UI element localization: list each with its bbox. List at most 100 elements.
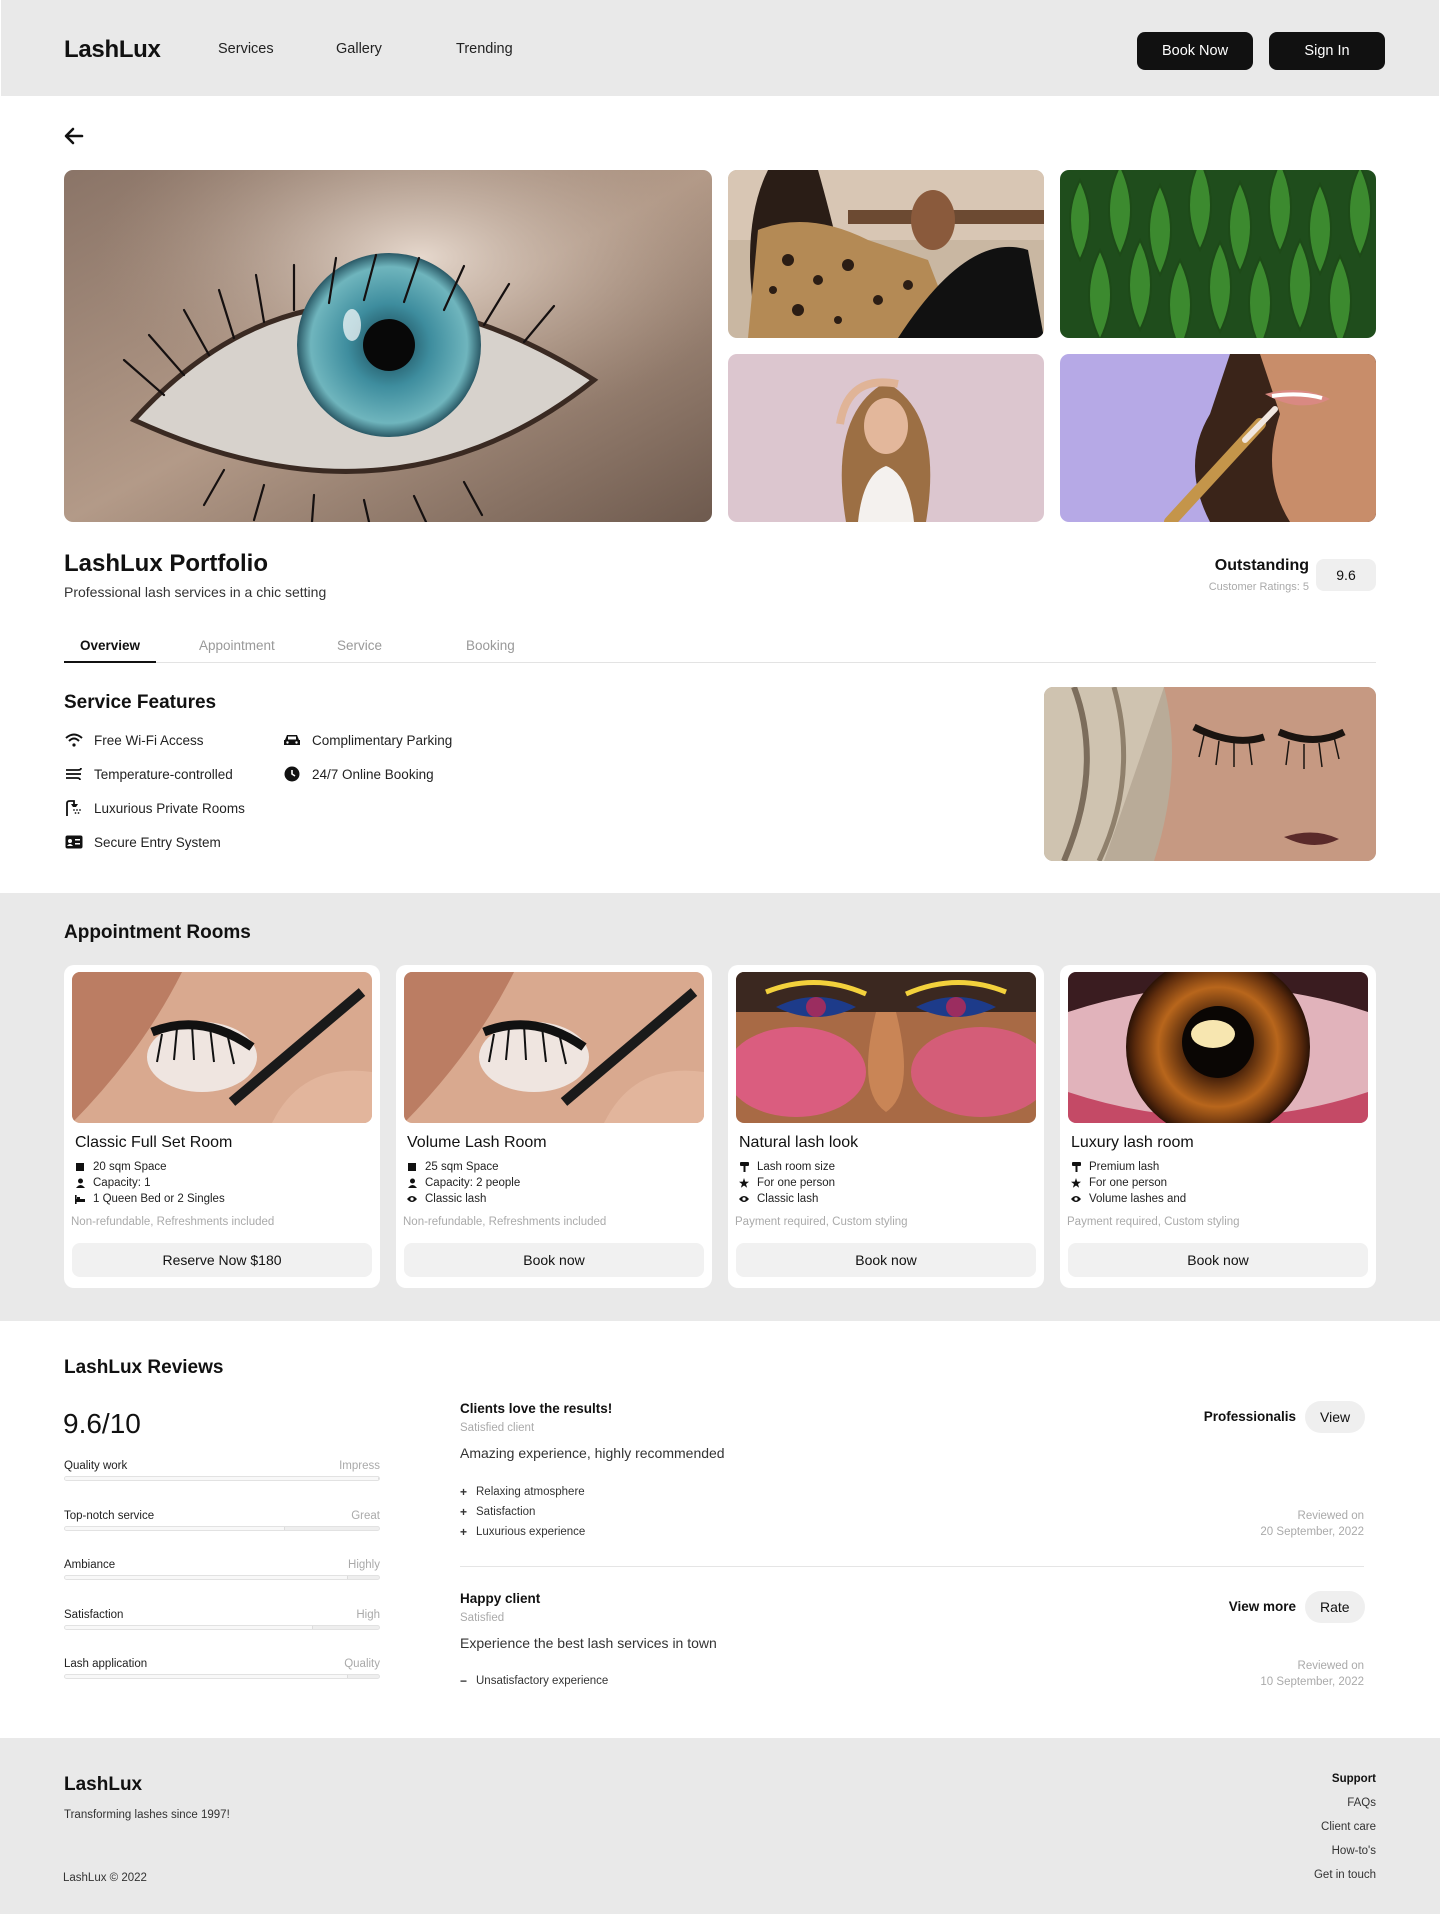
tab-appointment[interactable]: Appointment [199,631,275,663]
room-name: Natural lash look [739,1134,859,1151]
room-feature-label: Capacity: 2 people [425,1177,521,1189]
gallery-leopard-blouse-photo[interactable] [728,170,1044,338]
sign-in-button[interactable]: Sign In [1269,32,1385,70]
footer-copyright: LashLux © 2022 [63,1872,147,1884]
room-photo-lash-application[interactable] [72,972,372,1123]
room-feature-label: 1 Queen Bed or 2 Singles [93,1193,225,1205]
tab-service[interactable]: Service [337,631,382,663]
eye-icon [407,1194,417,1204]
room-name: Volume Lash Room [407,1134,547,1151]
reviewed-on-label: Reviewed on [1297,1660,1364,1672]
room-features: Premium lash For one person Volume lashe… [1071,1159,1186,1207]
review-point: − Unsatisfactory experience [460,1674,608,1688]
logo[interactable]: LashLux [64,36,161,64]
gallery-green-leaves-photo[interactable] [1060,170,1376,338]
rating-bar-track [64,1674,380,1679]
rating-bar-value: Great [351,1510,380,1522]
view-more-link[interactable]: View more [1229,1599,1296,1614]
clock-icon [282,766,302,782]
book-now-button[interactable]: Book now [404,1243,704,1277]
rating-bar-label: Top-notch service [64,1510,155,1522]
review-point-text: Unsatisfactory experience [476,1675,609,1687]
reviews-title: LashLux Reviews [64,1357,224,1378]
footer-link-get-in-touch[interactable]: Get in touch [1314,1869,1376,1881]
room-feature: Volume lashes and [1071,1191,1186,1207]
room-photo-iris-closeup[interactable] [1068,972,1368,1123]
top-header: LashLux Services Gallery Trending Book N… [1,0,1439,96]
footer-link-how-tos[interactable]: How-to's [1332,1845,1376,1857]
tab-booking[interactable]: Booking [466,631,515,663]
review-point-text: Luxurious experience [476,1526,586,1538]
feature-wifi: Free Wi-Fi Access [64,731,204,749]
service-lashes-photo[interactable] [1044,687,1376,861]
room-feature-label: 25 sqm Space [425,1161,499,1173]
feature-label: Luxurious Private Rooms [94,800,245,816]
rating-bar-track [64,1526,380,1531]
rating-bar-fill [65,1527,285,1530]
room-features: 20 sqm Space Capacity: 1 1 Queen Bed or … [75,1159,225,1207]
review-point: + Satisfaction [460,1505,535,1519]
review-date-value: 10 September, 2022 [1260,1676,1364,1688]
feature-temperature: Temperature-controlled [64,765,233,783]
room-feature: 1 Queen Bed or 2 Singles [75,1191,225,1207]
person-icon [407,1178,417,1188]
room-feature: Classic lash [739,1191,835,1207]
footer-link-faqs[interactable]: FAQs [1347,1797,1376,1809]
footer-link-client-care[interactable]: Client care [1321,1821,1376,1833]
rating-bar-label: Satisfaction [64,1609,124,1621]
room-feature: 25 sqm Space [407,1159,520,1175]
room-card: Natural lash look Lash room size For one… [728,965,1044,1288]
feature-label: Free Wi-Fi Access [94,732,204,748]
tab-overview[interactable]: Overview [64,631,157,663]
room-photo-lash-application[interactable] [404,972,704,1123]
rating-bar: Lash application Quality [64,1658,380,1679]
service-features-title: Service Features [64,692,217,713]
gallery-curly-hair-woman-photo[interactable] [728,354,1044,522]
review-point: + Luxurious experience [460,1525,585,1539]
rating-bar-label: Ambiance [64,1559,116,1571]
feature-label: Secure Entry System [94,834,221,850]
room-feature-label: Volume lashes and [1089,1193,1187,1205]
gallery-lip-gloss-photo[interactable] [1060,354,1376,522]
nav-services[interactable]: Services [218,41,274,57]
room-feature: For one person [739,1175,835,1191]
bed-icon [75,1194,85,1204]
room-policy-note: Payment required, Custom styling [1067,1216,1240,1228]
rating-bar: Ambiance Highly [64,1559,380,1580]
review-body: Amazing experience, highly recommended [460,1445,725,1461]
rating-bar: Top-notch service Great [64,1510,380,1531]
review-divider [460,1566,1364,1567]
tab-bar: Overview Appointment Service Booking [64,631,1376,663]
feature-label: 24/7 Online Booking [312,766,434,782]
rating-bar-value: Quality [344,1658,380,1670]
book-now-button[interactable]: Book now [736,1243,1036,1277]
back-arrow-icon[interactable] [63,125,85,147]
nav-trending[interactable]: Trending [456,41,513,57]
rating-bar-fill [65,1675,348,1678]
book-now-button[interactable]: Book Now [1137,32,1253,70]
rating-label: Outstanding [1214,557,1309,574]
review-title: Happy client [460,1591,541,1606]
room-features: 25 sqm Space Capacity: 2 people Classic … [407,1159,520,1207]
rating-bar: Satisfaction High [64,1609,380,1630]
appointment-rooms-title: Appointment Rooms [64,922,251,943]
eye-icon [739,1194,749,1204]
review-body: Experience the best lash services in tow… [460,1635,717,1651]
room-name: Luxury lash room [1071,1134,1194,1151]
book-now-button[interactable]: Book now [1068,1243,1368,1277]
feature-online-booking: 24/7 Online Booking [282,765,434,783]
eye-icon [1071,1194,1081,1204]
rate-button[interactable]: Rate [1305,1591,1365,1623]
nav-gallery[interactable]: Gallery [336,41,382,57]
room-feature: Capacity: 2 people [407,1175,520,1191]
reserve-now-button[interactable]: Reserve Now $180 [72,1243,372,1277]
star-icon [1071,1178,1081,1188]
car-icon [282,732,302,748]
room-feature-label: Lash room size [757,1161,835,1173]
review-date-value: 20 September, 2022 [1260,1526,1364,1538]
rating-bar-track [64,1625,380,1630]
room-photo-natural-makeup[interactable] [736,972,1036,1123]
overall-score: 9.6/10 [63,1408,141,1439]
gallery-main-eye-photo[interactable] [64,170,712,522]
view-review-button[interactable]: View [1305,1401,1366,1433]
